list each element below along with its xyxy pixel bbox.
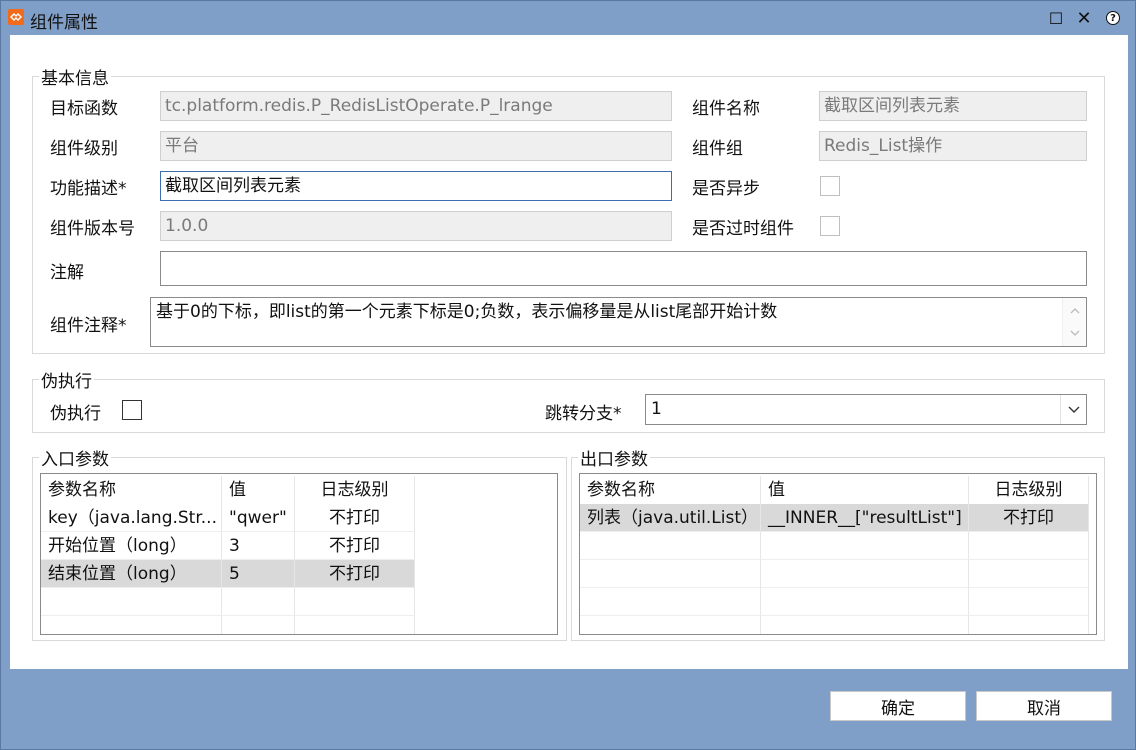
empty-cell xyxy=(761,616,969,634)
table-row[interactable]: 列表（java.util.List） __INNER__["resultList… xyxy=(580,504,1089,532)
output-params-table[interactable]: 参数名称 值 日志级别 列表（java.util.List） __INNER__… xyxy=(579,473,1097,635)
close-icon[interactable]: ✕ xyxy=(1074,8,1094,29)
component-comment-label: 组件注释* xyxy=(50,316,127,336)
title-bar[interactable]: 组件属性 ☐ ✕ ? xyxy=(1,1,1135,35)
empty-cell xyxy=(41,588,222,616)
scroll-up-icon[interactable] xyxy=(1063,300,1086,322)
param-name-cell: 列表（java.util.List） xyxy=(580,504,761,532)
empty-cell xyxy=(969,616,1089,634)
table-header: 参数名称 值 日志级别 xyxy=(580,476,1089,504)
param-value-cell[interactable]: "qwer" xyxy=(222,504,295,532)
empty-cell xyxy=(222,616,295,634)
table-row-empty xyxy=(41,616,415,634)
empty-cell xyxy=(580,532,761,560)
param-name-cell: key（java.lang.Str... xyxy=(41,504,222,532)
ok-button[interactable]: 确定 xyxy=(830,691,966,721)
table-row[interactable]: 开始位置（long） 3 不打印 xyxy=(41,532,415,560)
is-deprecated-checkbox[interactable] xyxy=(820,216,840,236)
input-params-table[interactable]: 参数名称 值 日志级别 key（java.lang.Str... "qwer" … xyxy=(40,473,558,635)
input-params-legend: 入口参数 xyxy=(41,450,109,470)
pseudo-exec-checkbox-label: 伪执行 xyxy=(50,404,101,424)
header-param-name[interactable]: 参数名称 xyxy=(580,476,761,504)
param-name-cell: 开始位置（long） xyxy=(41,532,222,560)
chevron-down-icon[interactable] xyxy=(1060,395,1086,424)
cancel-button[interactable]: 取消 xyxy=(976,691,1112,721)
help-glyph: ? xyxy=(1106,11,1120,25)
jump-branch-label: 跳转分支* xyxy=(545,404,622,424)
param-name-cell: 结束位置（long） xyxy=(41,560,222,588)
header-value[interactable]: 值 xyxy=(222,476,295,504)
app-icon xyxy=(8,9,24,25)
header-log-level[interactable]: 日志级别 xyxy=(969,476,1089,504)
table-row[interactable]: 结束位置（long） 5 不打印 xyxy=(41,560,415,588)
header-value[interactable]: 值 xyxy=(761,476,969,504)
component-name-label: 组件名称 xyxy=(692,99,760,119)
empty-cell xyxy=(295,616,415,634)
header-log-level[interactable]: 日志级别 xyxy=(295,476,415,504)
description-label: 功能描述* xyxy=(50,179,127,199)
table-header: 参数名称 值 日志级别 xyxy=(41,476,415,504)
empty-cell xyxy=(969,560,1089,588)
param-value-cell[interactable]: 3 xyxy=(222,532,295,560)
window-title: 组件属性 xyxy=(30,13,98,33)
empty-cell xyxy=(761,560,969,588)
annotation-label: 注解 xyxy=(50,263,84,283)
target-function-field: tc.platform.redis.P_RedisListOperate.P_l… xyxy=(160,91,672,121)
comment-scrollbar[interactable] xyxy=(1062,298,1086,346)
maximize-icon[interactable]: ☐ xyxy=(1046,8,1066,28)
param-value-cell[interactable]: 5 xyxy=(222,560,295,588)
annotation-input[interactable] xyxy=(160,251,1087,286)
param-value-cell[interactable]: __INNER__["resultList"] xyxy=(761,504,969,532)
log-level-cell[interactable]: 不打印 xyxy=(969,504,1089,532)
empty-cell xyxy=(580,560,761,588)
dialog-content: 基本信息 目标函数 tc.platform.redis.P_RedisListO… xyxy=(10,35,1128,669)
table-row-empty xyxy=(580,588,1089,616)
log-level-cell[interactable]: 不打印 xyxy=(295,532,415,560)
is-deprecated-label: 是否过时组件 xyxy=(692,219,794,239)
pseudo-exec-checkbox[interactable] xyxy=(122,400,142,420)
table-row-empty xyxy=(580,532,1089,560)
version-field: 1.0.0 xyxy=(160,211,672,241)
log-level-cell[interactable]: 不打印 xyxy=(295,560,415,588)
dialog-window: 组件属性 ☐ ✕ ? 基本信息 目标函数 tc.platform.redis.P… xyxy=(0,0,1136,750)
log-level-cell[interactable]: 不打印 xyxy=(295,504,415,532)
component-level-field: 平台 xyxy=(160,131,672,161)
empty-cell xyxy=(761,532,969,560)
empty-cell xyxy=(41,616,222,634)
table-row-empty xyxy=(580,616,1089,634)
component-group-label: 组件组 xyxy=(692,139,743,159)
target-function-label: 目标函数 xyxy=(50,99,118,119)
component-level-label: 组件级别 xyxy=(50,139,118,159)
pseudo-exec-legend: 伪执行 xyxy=(41,372,92,392)
empty-cell xyxy=(295,588,415,616)
is-async-label: 是否异步 xyxy=(692,179,760,199)
component-comment-textarea[interactable]: 基于0的下标，即list的第一个元素下标是0;负数，表示偏移量是从list尾部开… xyxy=(150,297,1087,347)
help-icon[interactable]: ? xyxy=(1103,8,1123,28)
component-group-field: Redis_List操作 xyxy=(819,131,1087,161)
is-async-checkbox[interactable] xyxy=(820,176,840,196)
description-input[interactable]: 截取区间列表元素 xyxy=(160,171,672,201)
scroll-down-icon[interactable] xyxy=(1063,322,1086,344)
component-comment-text: 基于0的下标，即list的第一个元素下标是0;负数，表示偏移量是从list尾部开… xyxy=(156,302,778,322)
jump-branch-select[interactable]: 1 xyxy=(645,394,1087,425)
table-row[interactable]: key（java.lang.Str... "qwer" 不打印 xyxy=(41,504,415,532)
empty-cell xyxy=(969,532,1089,560)
table-row-empty xyxy=(41,588,415,616)
jump-branch-value: 1 xyxy=(651,399,662,419)
empty-cell xyxy=(222,588,295,616)
version-label: 组件版本号 xyxy=(50,219,135,239)
component-name-field: 截取区间列表元素 xyxy=(819,91,1087,121)
basic-info-legend: 基本信息 xyxy=(41,69,109,89)
empty-cell xyxy=(761,588,969,616)
output-params-legend: 出口参数 xyxy=(580,450,648,470)
empty-cell xyxy=(580,588,761,616)
table-row-empty xyxy=(580,560,1089,588)
header-param-name[interactable]: 参数名称 xyxy=(41,476,222,504)
empty-cell xyxy=(969,588,1089,616)
empty-cell xyxy=(580,616,761,634)
